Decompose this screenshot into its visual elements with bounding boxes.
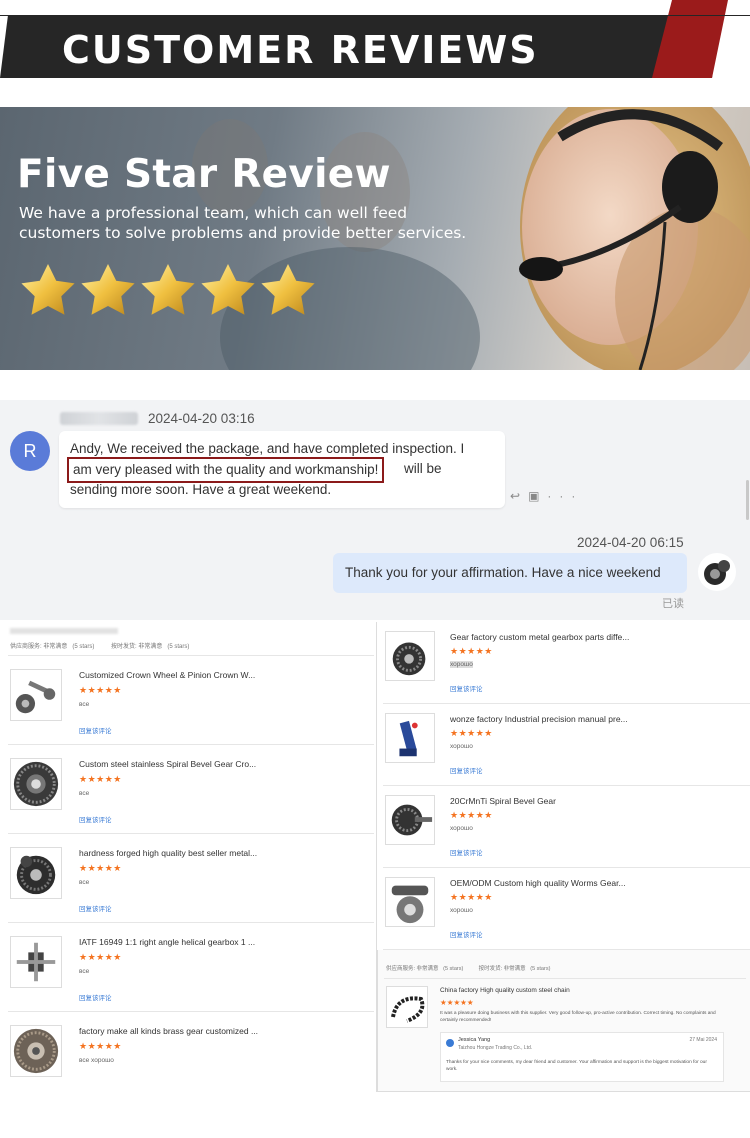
seller-reply-box: Jessica Yang Taizhou Hongze Trading Co.,… — [440, 1032, 724, 1082]
reply-date: 27 Mai 2024 — [689, 1037, 717, 1043]
message-actions: ↩▣··· — [510, 489, 583, 503]
review-text: хорошо — [450, 907, 473, 914]
avatar-letter: R — [23, 441, 37, 461]
review-item: Custom steel stainless Spiral Bevel Gear… — [8, 748, 374, 834]
outgoing-timestamp: 2024-04-20 06:15 — [577, 535, 684, 550]
spiral-bevel-gear-image — [10, 758, 62, 810]
brass-gear-image — [10, 1025, 62, 1077]
review-item: Customized Crown Wheel & Pinion Crown W.… — [8, 659, 374, 745]
reply-review-link[interactable]: 回复该评论 — [450, 847, 483, 857]
review-product-title[interactable]: China factory High quality custom steel … — [440, 987, 570, 994]
review-stars: ★★★★★ — [79, 952, 122, 962]
more-icon[interactable]: ··· — [547, 489, 583, 503]
divider — [384, 978, 746, 979]
review-item: hardness forged high quality best seller… — [8, 837, 374, 923]
review-item: 20CrMnTi Spiral Bevel Gear ★★★★★ хорошо … — [383, 786, 750, 868]
forged-gear-image — [10, 847, 62, 899]
avatar: R — [10, 431, 50, 471]
reply-review-link[interactable]: 回复该评论 — [79, 814, 112, 824]
review-item: Gear factory custom metal gearbox parts … — [383, 622, 750, 704]
reply-review-link[interactable]: 回复该评论 — [450, 765, 483, 775]
reply-review-link[interactable]: 回复该评论 — [79, 992, 112, 1002]
review-product-title[interactable]: factory make all kinds brass gear custom… — [79, 1026, 258, 1036]
gearbox-parts-image — [385, 631, 435, 681]
steel-chain-image — [386, 986, 428, 1028]
divider — [8, 655, 374, 656]
review-text: хорошо — [450, 825, 473, 832]
reply-text: Thanks for your nice comments, my dear f… — [446, 1060, 707, 1072]
review-product-title[interactable]: Customized Crown Wheel & Pinion Crown W.… — [79, 670, 255, 680]
reply-name: Jessica Yang — [458, 1037, 491, 1043]
review-item: IATF 16949 1:1 right angle helical gearb… — [8, 926, 374, 1012]
review-product-title[interactable]: IATF 16949 1:1 right angle helical gearb… — [79, 937, 255, 947]
review-item: factory make all kinds brass gear custom… — [8, 1015, 374, 1101]
review-stars: ★★★★★ — [450, 892, 493, 902]
review-stars: ★★★★★ — [440, 998, 474, 1007]
review-product-title[interactable]: wonze factory Industrial precision manua… — [450, 714, 628, 724]
incoming-message-line3: sending more soon. Have a great weekend. — [70, 482, 332, 497]
scrollbar[interactable] — [746, 480, 749, 520]
blurred-buyer-name — [10, 628, 118, 634]
hero-subtitle: We have a professional team, which can w… — [19, 204, 467, 242]
review-text: хорошо — [450, 743, 473, 750]
blurred-sender-name — [60, 412, 138, 425]
review-text: It was a pleasure doing business with th… — [440, 1011, 716, 1023]
review-text: все хорошо — [79, 1057, 114, 1064]
incoming-message-highlight: am very pleased with the quality and wor… — [67, 457, 385, 483]
hero-banner: Five Star Review We have a professional … — [0, 107, 750, 370]
incoming-message-line1: Andy, We received the package, and have … — [70, 441, 465, 456]
review-product-title[interactable]: 20CrMnTi Spiral Bevel Gear — [450, 796, 556, 806]
star-icon — [261, 264, 315, 315]
review-stars: ★★★★★ — [79, 685, 122, 695]
reviews-collage: 供应商服务: 非常满意 (5 stars) 按时发货: 非常满意 (5 star… — [0, 622, 750, 1097]
worm-gear-image — [385, 877, 435, 927]
review-item: OEM/ODM Custom high quality Worms Gear..… — [383, 868, 750, 950]
section-banner: CUSTOMER REVIEWS — [0, 0, 750, 78]
review-stars: ★★★★★ — [450, 810, 493, 820]
star-icon — [21, 264, 75, 315]
review-product-title[interactable]: hardness forged high quality best seller… — [79, 848, 257, 858]
banner-title: CUSTOMER REVIEWS — [62, 28, 539, 72]
hero-title: Five Star Review — [17, 152, 391, 197]
star-icon — [201, 264, 255, 315]
review-stars: ★★★★★ — [79, 774, 122, 784]
reply-icon[interactable]: ↩ — [510, 489, 528, 503]
review-product-title[interactable]: Custom steel stainless Spiral Bevel Gear… — [79, 759, 256, 769]
right-rating-header: 供应商服务: 非常满意 (5 stars) 按时发货: 非常满意 (5 star… — [386, 966, 551, 972]
chain-review-card: 供应商服务: 非常满意 (5 stars) 按时发货: 非常满意 (5 star… — [377, 950, 750, 1092]
spiral-bevel-gear-image — [385, 795, 435, 845]
chat-conversation: 2024-04-20 03:16 R Andy, We received the… — [0, 400, 750, 620]
review-stars: ★★★★★ — [450, 646, 493, 656]
quote-icon[interactable]: ▣ — [528, 489, 547, 503]
review-stars: ★★★★★ — [79, 1041, 122, 1051]
reply-review-link[interactable]: 回复该评论 — [79, 725, 112, 735]
left-rating-header: 供应商服务: 非常满意 (5 stars) 按时发货: 非常满意 (5 star… — [10, 644, 190, 650]
outgoing-message-text: Thank you for your affirmation. Have a n… — [345, 565, 661, 580]
reply-company: Taizhou Hongze Trading Co., Ltd. — [458, 1045, 533, 1051]
review-text: все — [79, 879, 90, 886]
incoming-message-line2-end: will be — [404, 461, 442, 476]
review-text: все — [79, 701, 90, 708]
review-stars: ★★★★★ — [79, 863, 122, 873]
manual-press-image — [385, 713, 435, 763]
review-item: wonze factory Industrial precision manua… — [383, 704, 750, 786]
star-icon — [81, 264, 135, 315]
review-text: хорошо — [450, 661, 473, 668]
seller-logo — [446, 1039, 454, 1047]
crown-wheel-pinion-image — [10, 669, 62, 721]
review-text: все — [79, 968, 90, 975]
reply-review-link[interactable]: 回复该评论 — [450, 929, 483, 939]
review-product-title[interactable]: OEM/ODM Custom high quality Worms Gear..… — [450, 878, 626, 888]
review-stars: ★★★★★ — [450, 728, 493, 738]
reply-review-link[interactable]: 回复该评论 — [79, 903, 112, 913]
gearbox-image — [10, 936, 62, 988]
reply-review-link[interactable]: 回复该评论 — [450, 683, 483, 693]
star-icon — [141, 264, 195, 315]
gear-avatar — [698, 553, 736, 591]
review-product-title[interactable]: Gear factory custom metal gearbox parts … — [450, 632, 629, 642]
incoming-timestamp: 2024-04-20 03:16 — [148, 411, 255, 426]
review-text: все — [79, 790, 90, 797]
five-star-rating — [21, 264, 315, 315]
read-status: 已读 — [662, 598, 684, 610]
